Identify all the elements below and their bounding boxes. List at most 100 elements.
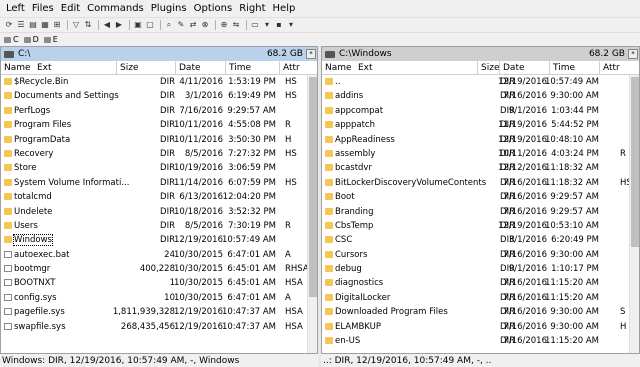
left-scrollbar[interactable] <box>307 75 317 353</box>
col-time[interactable]: Time <box>229 63 251 73</box>
search-icon[interactable]: ⌕ <box>164 20 174 30</box>
file-row[interactable]: apppatch DIR 11/19/2016 5:44:52 PM <box>322 118 639 132</box>
file-row[interactable]: System Volume Informati... DIR 11/14/2016 6… <box>1 176 317 190</box>
file-row[interactable]: swapfile.sys 268,435,456 12/19/2016 10:47:3… <box>1 320 317 334</box>
sync-icon[interactable]: ⇋ <box>231 20 241 30</box>
file-row[interactable]: autoexec.bat 24 10/30/2015 6:47:01 AM A <box>1 248 317 262</box>
file-row[interactable]: config.sys 10 10/30/2015 6:47:01 AM A <box>1 291 317 305</box>
file-row[interactable]: BOOTNXT 1 10/30/2015 6:45:01 AM HSA <box>1 276 317 290</box>
col-size[interactable]: Size <box>481 63 499 73</box>
file-row[interactable]: appcompat DIR 9/1/2016 1:03:44 PM <box>322 104 639 118</box>
file-row[interactable]: Downloaded Program Files DIR 7/16/2016 9:30… <box>322 305 639 319</box>
scroll-thumb[interactable] <box>309 77 317 297</box>
menu-help[interactable]: Help <box>273 3 296 14</box>
col-date[interactable]: Date <box>503 63 525 73</box>
file-row[interactable]: Undelete DIR 10/18/2016 3:52:32 PM <box>1 205 317 219</box>
file-row[interactable]: Windows DIR 12/19/2016 10:57:49 AM <box>1 233 317 247</box>
col-attr[interactable]: Attr <box>283 63 300 73</box>
file-name: assembly <box>335 148 376 159</box>
left-path-bar[interactable]: C:\ 68.2 GB * <box>1 47 317 61</box>
col-divider[interactable] <box>279 61 280 75</box>
file-row[interactable]: assembly DIR 10/11/2016 4:03:24 PM R <box>322 147 639 161</box>
ftp-disconnect-icon[interactable]: ⊗ <box>200 20 210 30</box>
col-divider[interactable] <box>599 61 600 75</box>
ftp-icon[interactable]: ⇄ <box>188 20 198 30</box>
unpack-icon[interactable]: ▢ <box>145 20 155 30</box>
cmd-icon[interactable]: ▪ <box>274 20 284 30</box>
file-row[interactable]: pagefile.sys 1,811,939,328 12/19/2016 10:47… <box>1 305 317 319</box>
network-icon[interactable]: ⊕ <box>219 20 229 30</box>
file-row[interactable]: .. DIR 12/19/2016 10:57:49 AM <box>322 75 639 89</box>
col-name[interactable]: Name <box>4 63 31 73</box>
file-row[interactable]: en-US DIR 7/16/2016 11:15:20 AM <box>322 334 639 348</box>
tree-icon[interactable]: ⊞ <box>52 20 62 30</box>
col-divider[interactable] <box>175 61 176 75</box>
file-row[interactable]: Branding DIR 7/16/2016 9:29:57 AM <box>322 205 639 219</box>
file-row[interactable]: Users DIR 8/5/2016 7:30:19 PM R <box>1 219 317 233</box>
dropdown-icon[interactable]: ▾ <box>262 20 272 30</box>
file-row[interactable]: CbsTemp DIR 12/19/2016 10:53:10 AM <box>322 219 639 233</box>
up-dir-icon[interactable]: * <box>306 49 316 59</box>
file-date: 7/16/2016 <box>503 278 547 289</box>
col-size[interactable]: Size <box>120 63 138 73</box>
file-row[interactable]: Program Files DIR 10/11/2016 4:55:08 PM R <box>1 118 317 132</box>
up-dir-icon[interactable]: * <box>628 49 638 59</box>
col-date[interactable]: Date <box>179 63 201 73</box>
file-row[interactable]: PerfLogs DIR 7/16/2016 9:29:57 AM <box>1 104 317 118</box>
col-time[interactable]: Time <box>553 63 575 73</box>
right-path-bar[interactable]: C:\Windows 68.2 GB * <box>322 47 639 61</box>
file-row[interactable]: DigitalLocker DIR 7/16/2016 11:15:20 AM <box>322 291 639 305</box>
file-row[interactable]: Store DIR 10/19/2016 3:06:59 PM <box>1 161 317 175</box>
file-row[interactable]: $Recycle.Bin DIR 4/11/2016 1:53:19 PM HS <box>1 75 317 89</box>
menu-files[interactable]: Files <box>32 3 54 14</box>
sort-icon[interactable]: ⇅ <box>83 20 93 30</box>
back-icon[interactable]: ◀ <box>102 20 112 30</box>
file-time: 3:06:59 PM <box>228 163 276 174</box>
file-row[interactable]: bcastdvr DIR 12/12/2016 11:18:32 AM <box>322 161 639 175</box>
col-ext[interactable]: Ext <box>37 63 52 73</box>
full-view-icon[interactable]: ▤ <box>28 20 38 30</box>
file-row[interactable]: AppReadiness DIR 12/19/2016 10:48:10 AM <box>322 133 639 147</box>
filter-icon[interactable]: ▽ <box>71 20 81 30</box>
col-divider[interactable] <box>477 61 478 75</box>
forward-icon[interactable]: ▶ <box>114 20 124 30</box>
dropdown-icon[interactable]: ▾ <box>286 20 296 30</box>
file-row[interactable]: bootmgr 400,228 10/30/2015 6:45:01 AM RHSA <box>1 262 317 276</box>
notepad-icon[interactable]: ▭ <box>250 20 260 30</box>
file-row[interactable]: Cursors DIR 7/16/2016 9:30:00 AM <box>322 248 639 262</box>
menu-edit[interactable]: Edit <box>61 3 80 14</box>
file-row[interactable]: ProgramData DIR 10/11/2016 3:50:30 PM H <box>1 133 317 147</box>
file-row[interactable]: CSC DIR 3/1/2016 6:20:49 PM <box>322 233 639 247</box>
file-row[interactable]: Boot DIR 7/16/2016 9:29:57 AM <box>322 190 639 204</box>
refresh-icon[interactable]: ⟳ <box>4 20 14 30</box>
file-row[interactable]: Documents and Settings DIR 3/1/2016 6:19:49… <box>1 89 317 103</box>
scroll-thumb[interactable] <box>631 77 639 247</box>
menu-right[interactable]: Right <box>239 3 265 14</box>
pack-icon[interactable]: ▣ <box>133 20 143 30</box>
col-divider[interactable] <box>499 61 500 75</box>
file-row[interactable]: totalcmd DIR 6/13/2016 12:04:20 PM <box>1 190 317 204</box>
col-attr[interactable]: Attr <box>603 63 620 73</box>
rename-icon[interactable]: ✎ <box>176 20 186 30</box>
file-row[interactable]: debug DIR 9/1/2016 1:10:17 PM <box>322 262 639 276</box>
drive-button-e[interactable]: E <box>43 35 58 44</box>
file-row[interactable]: Recovery DIR 8/5/2016 7:27:32 PM HS <box>1 147 317 161</box>
brief-view-icon[interactable]: ☰ <box>16 20 26 30</box>
file-row[interactable]: ELAMBKUP DIR 7/16/2016 9:30:00 AM H <box>322 320 639 334</box>
file-row[interactable]: BitLockerDiscoveryVolumeContents DIR 7/16/… <box>322 176 639 190</box>
menu-options[interactable]: Options <box>194 3 233 14</box>
menu-left[interactable]: Left <box>6 3 25 14</box>
drive-button-c[interactable]: C <box>4 35 19 44</box>
col-divider[interactable] <box>549 61 550 75</box>
thumbnails-icon[interactable]: ▦ <box>40 20 50 30</box>
col-ext[interactable]: Ext <box>358 63 373 73</box>
col-divider[interactable] <box>116 61 117 75</box>
menu-commands[interactable]: Commands <box>87 3 144 14</box>
file-row[interactable]: addins DIR 7/16/2016 9:30:00 AM <box>322 89 639 103</box>
file-row[interactable]: diagnostics DIR 7/16/2016 11:15:20 AM <box>322 276 639 290</box>
right-scrollbar[interactable] <box>629 75 639 353</box>
col-divider[interactable] <box>225 61 226 75</box>
col-name[interactable]: Name <box>325 63 352 73</box>
drive-button-d[interactable]: D <box>23 35 39 44</box>
menu-plugins[interactable]: Plugins <box>151 3 187 14</box>
